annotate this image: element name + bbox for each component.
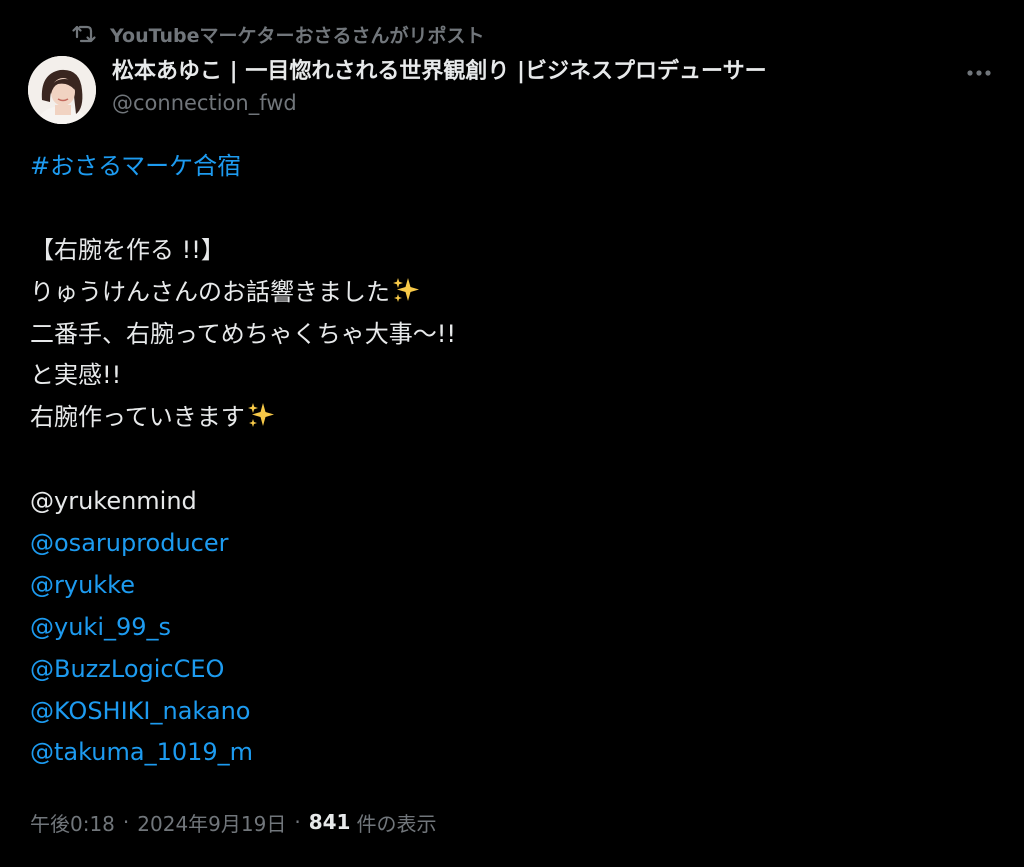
views-label: 件の表示 bbox=[356, 811, 437, 836]
mention-plain: @yrukenmind bbox=[30, 487, 197, 516]
repost-indicator[interactable]: YouTubeマーケターおさるさんがリポスト bbox=[72, 20, 484, 48]
mention-link[interactable]: @yuki_99_s bbox=[30, 613, 171, 641]
mention-link[interactable]: @ryukke bbox=[30, 571, 135, 599]
post-date[interactable]: 2024年9月19日 bbox=[137, 808, 286, 837]
views-count[interactable]: 841 bbox=[309, 810, 351, 834]
repost-icon bbox=[72, 25, 96, 43]
mention-link[interactable]: @KOSHIKI_nakano bbox=[30, 697, 251, 725]
more-options-button[interactable] bbox=[962, 58, 996, 88]
body-line-4: 右腕作っていきます bbox=[30, 397, 990, 439]
repost-label: YouTubeマーケターおさるさんがリポスト bbox=[110, 24, 485, 47]
mention-link[interactable]: @takuma_1019_m bbox=[30, 738, 253, 766]
post-metadata: 午後0:18 · 2024年9月19日 · 841 件の表示 bbox=[30, 804, 436, 840]
mention-link[interactable]: @BuzzLogicCEO bbox=[30, 655, 224, 683]
post-body: #おさるマーケ合宿 【右腕を作る !!】 りゅうけんさんのお話響きました 二番手… bbox=[30, 146, 990, 774]
body-line-title: 【右腕を作る !!】 bbox=[30, 235, 225, 264]
body-line-1-text: りゅうけんさんのお話響きました bbox=[30, 277, 390, 306]
hashtag-link[interactable]: #おさるマーケ合宿 bbox=[30, 152, 241, 180]
sparkles-emoji-icon bbox=[247, 403, 274, 428]
more-dots-icon bbox=[967, 70, 991, 76]
author-handle[interactable]: @connection_fwd bbox=[112, 88, 952, 118]
body-line-1: りゅうけんさんのお話響きました bbox=[30, 272, 990, 314]
mention-link[interactable]: @osaruproducer bbox=[30, 529, 229, 557]
body-line-2: 二番手、右腕ってめちゃくちゃ大事〜!! bbox=[30, 319, 457, 348]
post-time[interactable]: 午後0:18 bbox=[30, 808, 115, 837]
body-line-4-text: 右腕作っていきます bbox=[30, 403, 245, 432]
tweet-card[interactable]: YouTubeマーケターおさるさんがリポスト 松本あゆこ | 一目惚れされる世界… bbox=[0, 0, 1024, 867]
separator-dot: · bbox=[122, 810, 130, 834]
author-block: 松本あゆこ | 一目惚れされる世界観創り |ビジネスプロデューサー @conne… bbox=[112, 56, 952, 118]
body-line-3: と実感!! bbox=[30, 361, 122, 390]
sparkles-emoji-icon bbox=[393, 277, 419, 302]
avatar[interactable] bbox=[28, 56, 96, 124]
author-display-name[interactable]: 松本あゆこ | 一目惚れされる世界観創り |ビジネスプロデューサー bbox=[112, 56, 952, 88]
separator-dot: · bbox=[294, 810, 301, 834]
avatar-portrait bbox=[28, 56, 96, 124]
